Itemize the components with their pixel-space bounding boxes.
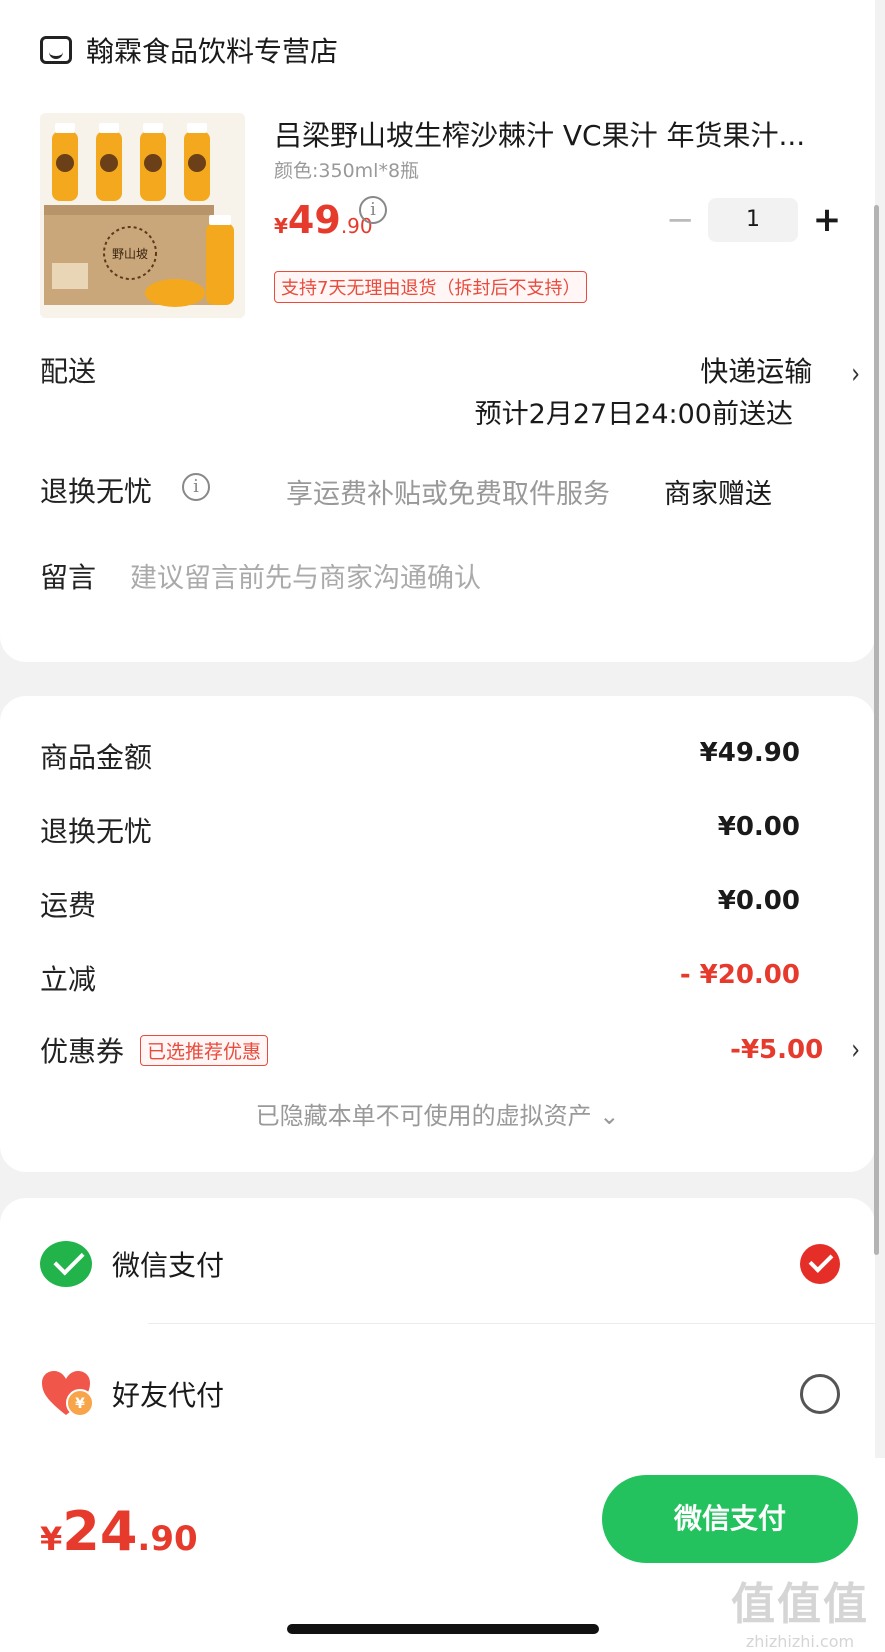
wechat-pay-icon: [40, 1241, 92, 1287]
svg-text:¥: ¥: [75, 1396, 85, 1412]
total-price: ¥ 24 .90: [40, 1500, 198, 1563]
summary-value-goods: ¥49.90: [699, 738, 800, 768]
store-name: 翰霖食品饮料专营店: [86, 35, 339, 68]
worry-free-label: 退换无忧: [40, 475, 153, 508]
return-policy-badge: 支持7天无理由退货（拆封后不支持）: [274, 271, 588, 303]
product-brand-mark: 野山坡: [112, 247, 148, 261]
payment-option-label: 微信支付: [112, 1249, 225, 1282]
hidden-assets-toggle[interactable]: 已隐藏本单不可使用的虚拟资产 ⌄: [0, 1096, 875, 1131]
summary-label-worry-free: 退换无忧: [40, 815, 153, 848]
quantity-increase-button[interactable]: +: [812, 200, 842, 240]
watermark-url: zhizhizhi.com: [745, 1632, 855, 1651]
radio-checked-icon[interactable]: [800, 1244, 840, 1284]
order-item-card: 翰霖食品饮料专营店 野山坡 吕梁野山坡生榨沙棘汁 VC果汁 年货果汁... 颜色…: [0, 0, 875, 662]
worry-free-value: 商家赠送: [664, 479, 772, 510]
store-icon: [40, 36, 72, 64]
payment-option-wechat[interactable]: 微信支付: [40, 1234, 840, 1294]
summary-label-discount: 立减: [40, 963, 97, 996]
summary-label-goods: 商品金额: [40, 741, 153, 774]
price-info-icon[interactable]: i: [359, 196, 387, 224]
product-title[interactable]: 吕梁野山坡生榨沙棘汁 VC果汁 年货果汁...: [274, 114, 844, 154]
price-summary-card: 商品金额 ¥49.90 退换无忧 ¥0.00 运费 ¥0.00 立减 - ¥20…: [0, 696, 875, 1172]
payment-option-label: 好友代付: [112, 1379, 225, 1412]
home-indicator[interactable]: [287, 1624, 599, 1634]
summary-value-shipping: ¥0.00: [717, 886, 800, 916]
coupon-row[interactable]: 优惠券 已选推荐优惠 -¥5.00 ›: [40, 1030, 860, 1070]
juice-bottles-illustration: 野山坡: [40, 113, 245, 318]
delivery-method[interactable]: 快递运输 ›: [400, 350, 860, 391]
summary-value-coupon: -¥5.00: [730, 1035, 824, 1065]
quantity-input[interactable]: 1: [708, 198, 798, 242]
quantity-decrease-button[interactable]: −: [666, 203, 695, 237]
chevron-right-icon: ›: [851, 358, 860, 391]
worry-free-desc: 享运费补贴或免费取件服务: [286, 479, 610, 510]
price-currency: ¥: [274, 214, 288, 238]
message-input[interactable]: 建议留言前先与商家沟通确认: [130, 556, 830, 595]
total-integer: 24: [62, 1500, 138, 1563]
delivery-eta: 预计2月27日24:00前送达: [474, 399, 793, 430]
wechat-pay-button[interactable]: 微信支付: [602, 1475, 858, 1563]
total-currency: ¥: [40, 1520, 63, 1558]
delivery-method-value: 快递运输: [700, 355, 813, 388]
total-decimal: .90: [137, 1519, 198, 1559]
info-icon[interactable]: i: [182, 473, 210, 501]
payment-methods-card: 微信支付 ¥ 好友代付: [0, 1198, 875, 1498]
payment-option-friend[interactable]: ¥ 好友代付: [40, 1364, 840, 1424]
friend-pay-icon: ¥: [42, 1371, 94, 1417]
summary-label-coupon: 优惠券: [40, 1035, 125, 1068]
watermark: 值值值 zhizhizhi.com: [731, 1568, 869, 1651]
delivery-label: 配送: [40, 355, 97, 388]
store-header[interactable]: 翰霖食品饮料专营店: [40, 30, 338, 70]
price-integer: 49: [287, 198, 341, 242]
product-variant[interactable]: 颜色:350ml*8瓶: [274, 156, 419, 183]
scrollbar[interactable]: [874, 205, 879, 1255]
summary-value-worry-free: ¥0.00: [717, 812, 800, 842]
watermark-logo: 值值值: [731, 1579, 869, 1630]
summary-label-shipping: 运费: [40, 889, 97, 922]
divider: [148, 1323, 875, 1324]
radio-unchecked-icon[interactable]: [800, 1374, 840, 1414]
product-image[interactable]: 野山坡: [40, 113, 245, 318]
coupon-tag: 已选推荐优惠: [140, 1034, 269, 1066]
message-label: 留言: [40, 561, 97, 594]
chevron-right-icon: ›: [851, 1033, 860, 1067]
summary-value-discount: - ¥20.00: [679, 960, 800, 990]
product-price: ¥ 49 .90: [274, 198, 373, 242]
